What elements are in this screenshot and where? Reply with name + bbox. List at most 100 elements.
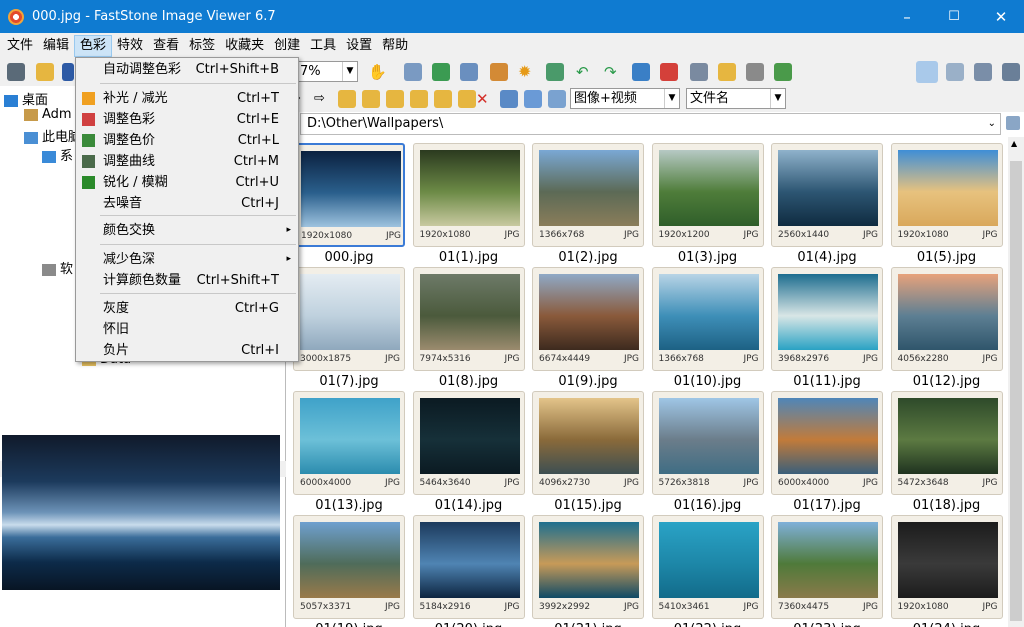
check-icon[interactable] bbox=[774, 63, 792, 81]
thumbnail-item[interactable]: 1920x1200 JPG bbox=[651, 143, 764, 247]
compare-view-icon[interactable] bbox=[1002, 63, 1020, 81]
color-menu-item[interactable]: 怀旧 bbox=[77, 319, 297, 340]
chevron-down-icon[interactable]: ▼ bbox=[664, 89, 679, 108]
menu-effects[interactable]: 特效 bbox=[112, 35, 148, 57]
frame-icon[interactable] bbox=[490, 63, 508, 81]
thumbnail-item[interactable]: 6000x4000 JPG bbox=[293, 391, 405, 495]
menu-favorites[interactable]: 收藏夹 bbox=[220, 35, 269, 57]
thumbnail-item[interactable]: 5410x3461 JPG bbox=[651, 515, 764, 619]
history-icon[interactable] bbox=[1006, 116, 1020, 130]
copy-to-icon[interactable] bbox=[386, 90, 404, 108]
fullscreen-view-icon[interactable] bbox=[974, 63, 992, 81]
person-icon[interactable] bbox=[546, 63, 564, 81]
color-menu-item[interactable]: 补光 / 减光 Ctrl+T bbox=[77, 88, 297, 109]
email-icon[interactable] bbox=[718, 63, 736, 81]
folder-up-icon[interactable] bbox=[338, 90, 356, 108]
brightness-icon[interactable]: ✹ bbox=[518, 63, 536, 81]
menu-edit[interactable]: 编辑 bbox=[38, 35, 74, 57]
thumbnail-item[interactable]: 4096x2730 JPG bbox=[532, 391, 644, 495]
menu-tags[interactable]: 标签 bbox=[184, 35, 220, 57]
thumbnail-item[interactable]: 2560x1440 JPG bbox=[771, 143, 883, 247]
vertical-scrollbar[interactable]: ▲ bbox=[1008, 137, 1024, 627]
thumbnail-item[interactable]: 1366x768 JPG bbox=[532, 143, 644, 247]
maximize-button[interactable]: ☐ bbox=[931, 0, 977, 33]
thumbnail-item[interactable]: 1920x1080 JPG bbox=[890, 515, 1003, 619]
refresh-icon[interactable] bbox=[458, 90, 476, 108]
scroll-up-icon[interactable]: ▲ bbox=[1011, 139, 1017, 148]
color-menu-item[interactable]: 调整色价 Ctrl+L bbox=[77, 130, 297, 151]
draw-icon[interactable] bbox=[690, 63, 708, 81]
color-menu-item[interactable]: 计算颜色数量 Ctrl+Shift+T bbox=[77, 270, 297, 291]
crop-icon[interactable] bbox=[432, 63, 450, 81]
thumbnail-item[interactable]: 5464x3640 JPG bbox=[412, 391, 525, 495]
open-folder-icon[interactable] bbox=[36, 63, 54, 81]
chevron-down-icon[interactable]: ⌄ bbox=[988, 114, 996, 134]
rotate-left-icon[interactable]: ↶ bbox=[576, 63, 594, 81]
thumbnail-item[interactable]: 1920x1080 JPG bbox=[293, 143, 405, 247]
thumbnail-item[interactable]: 3968x2976 JPG bbox=[771, 267, 883, 371]
tree-item-desktop[interactable]: 桌面 bbox=[4, 89, 48, 108]
thumbnail-item[interactable]: 6674x4449 JPG bbox=[532, 267, 644, 371]
menu-create[interactable]: 创建 bbox=[269, 35, 305, 57]
menu-tools[interactable]: 工具 bbox=[305, 35, 341, 57]
close-button[interactable]: ✕ bbox=[978, 0, 1024, 33]
scrollbar-thumb[interactable] bbox=[1010, 161, 1022, 621]
move-to-icon[interactable] bbox=[410, 90, 428, 108]
save-icon[interactable] bbox=[62, 63, 74, 81]
thumbnail-item[interactable]: 4056x2280 JPG bbox=[890, 267, 1003, 371]
browser-view-icon[interactable] bbox=[916, 61, 938, 83]
tree-item-system-drive[interactable]: 系 bbox=[42, 145, 73, 164]
slideshow-icon[interactable] bbox=[660, 63, 678, 81]
histogram-icon[interactable] bbox=[632, 63, 650, 81]
sort-select[interactable]: 文件名 ▼ bbox=[686, 88, 786, 109]
hand-tool-icon[interactable]: ✋ bbox=[368, 63, 387, 81]
tree-item-software-drive[interactable]: 软 bbox=[42, 258, 73, 277]
delete-icon[interactable]: ✕ bbox=[476, 90, 494, 108]
color-menu-item[interactable]: 调整曲线 Ctrl+M bbox=[77, 151, 297, 172]
thumbnail-item[interactable]: 5057x3371 JPG bbox=[293, 515, 405, 619]
thumbnail-item[interactable]: 7974x5316 JPG bbox=[412, 267, 525, 371]
thumbnail-item[interactable]: 3992x2992 JPG bbox=[532, 515, 644, 619]
menu-file[interactable]: 文件 bbox=[2, 35, 38, 57]
menu-color[interactable]: 色彩 bbox=[74, 34, 113, 57]
image-view-icon[interactable] bbox=[946, 63, 964, 81]
thumbnail-item[interactable]: 1366x768 JPG bbox=[651, 267, 764, 371]
print-icon[interactable] bbox=[746, 63, 764, 81]
tree-item-admin[interactable]: Adm bbox=[24, 107, 72, 122]
thumbnail-item[interactable]: 1920x1080 JPG bbox=[412, 143, 525, 247]
menu-settings[interactable]: 设置 bbox=[341, 35, 377, 57]
fit-icon[interactable] bbox=[460, 63, 478, 81]
color-menu-item[interactable]: 颜色交换 ▸ bbox=[77, 220, 297, 241]
menu-help[interactable]: 帮助 bbox=[377, 35, 413, 57]
forward-arrow-icon[interactable]: ⇨ bbox=[314, 90, 332, 108]
filter-select[interactable]: 图像+视频 ▼ bbox=[570, 88, 680, 109]
minimize-button[interactable]: – bbox=[884, 0, 930, 33]
resize-icon[interactable] bbox=[404, 63, 422, 81]
list-view-icon[interactable] bbox=[524, 90, 542, 108]
rename-icon[interactable] bbox=[434, 90, 452, 108]
details-view-icon[interactable] bbox=[548, 90, 566, 108]
menu-view[interactable]: 查看 bbox=[148, 35, 184, 57]
camera-icon[interactable] bbox=[7, 63, 25, 81]
thumbnail-item[interactable]: 5726x3818 JPG bbox=[651, 391, 764, 495]
chevron-down-icon[interactable]: ▼ bbox=[770, 89, 785, 108]
thumbnail-item[interactable]: 5472x3648 JPG bbox=[890, 391, 1003, 495]
folder-new-icon[interactable] bbox=[362, 90, 380, 108]
color-menu-item[interactable]: 灰度 Ctrl+G bbox=[77, 298, 297, 319]
thumbnail-item[interactable]: 7360x4475 JPG bbox=[771, 515, 883, 619]
thumbnail-item[interactable]: 6000x4000 JPG bbox=[771, 391, 883, 495]
tree-item-this-pc[interactable]: 此电脑 bbox=[24, 126, 81, 145]
color-menu-item[interactable]: 去噪音 Ctrl+J bbox=[77, 193, 297, 214]
color-menu-item[interactable]: 负片 Ctrl+I bbox=[77, 340, 297, 361]
color-menu-item[interactable]: 调整色彩 Ctrl+E bbox=[77, 109, 297, 130]
rotate-right-icon[interactable]: ↷ bbox=[604, 63, 622, 81]
thumbnail-item[interactable]: 3000x1875 JPG bbox=[293, 267, 405, 371]
thumbnail-item[interactable]: 1920x1080 JPG bbox=[890, 143, 1003, 247]
thumbnail-item[interactable]: 5184x2916 JPG bbox=[412, 515, 525, 619]
color-menu-item[interactable]: 减少色深 ▸ bbox=[77, 249, 297, 270]
thumbnail-view-icon[interactable] bbox=[500, 90, 518, 108]
chevron-down-icon[interactable]: ▼ bbox=[342, 62, 357, 81]
zoom-select[interactable]: 7% ▼ bbox=[296, 61, 358, 82]
path-input[interactable]: D:\Other\Wallpapers\ ⌄ bbox=[300, 113, 1001, 135]
color-menu-item[interactable]: 自动调整色彩 Ctrl+Shift+B bbox=[77, 59, 297, 80]
